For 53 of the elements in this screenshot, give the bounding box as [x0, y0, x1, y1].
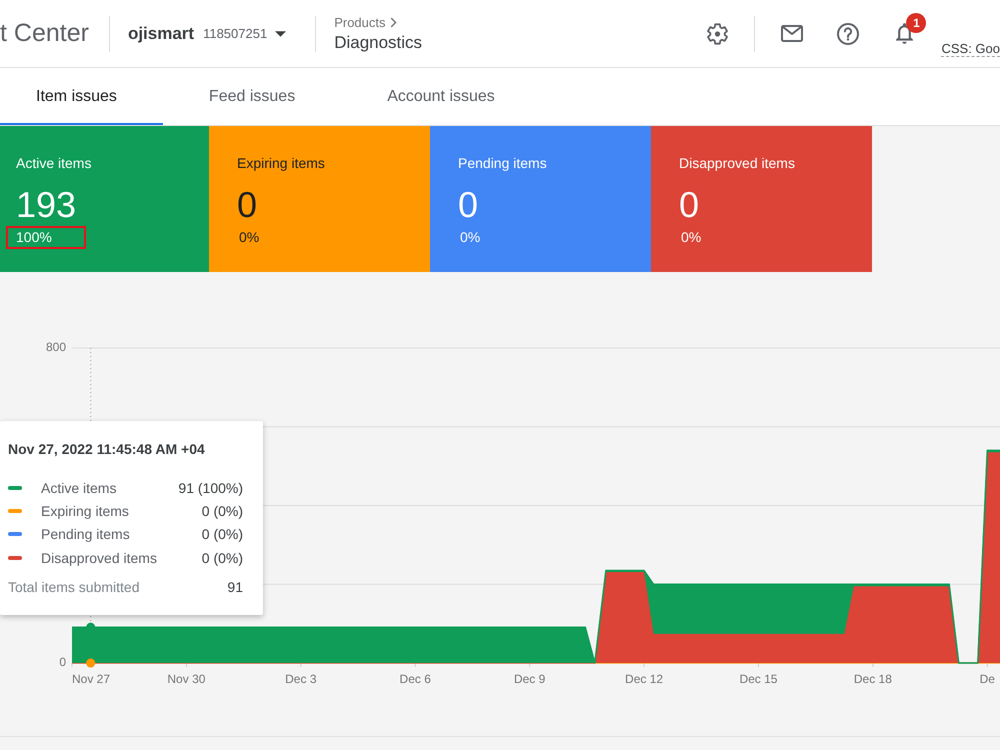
help-icon[interactable] [837, 22, 860, 44]
axis-label: Dec 3 [285, 672, 316, 686]
status-card[interactable]: Active items 193 100% [0, 126, 209, 272]
series-value: 0 (0%) [202, 550, 243, 566]
axis-label: De [980, 672, 995, 686]
axis-label: Dec 6 [400, 672, 431, 686]
card-count: 0 [458, 185, 478, 225]
status-card[interactable]: Disapproved items 0 0% [651, 126, 872, 272]
caret-icon[interactable] [275, 30, 286, 36]
axis-label: 0 [59, 655, 66, 670]
page-title: Diagnostics [334, 32, 422, 52]
series-value: 0 (0%) [202, 502, 243, 519]
axis-label: Nov 30 [167, 672, 206, 686]
card-percent: 0% [239, 229, 260, 245]
hover-marker [86, 622, 96, 668]
axis-label: Dec 15 [739, 672, 778, 686]
card-label: Active items [16, 154, 92, 172]
series-label: Pending items [41, 526, 131, 542]
card-percent: 0% [681, 229, 702, 245]
account-id: 118507251 [203, 26, 268, 41]
card-count: 0 [237, 185, 258, 225]
total-label: Total items submitted [8, 579, 140, 596]
settings-icon[interactable] [706, 22, 728, 44]
tooltip-title: Nov 27, 2022 11:45:48 AM +04 [8, 440, 206, 458]
breadcrumb-link[interactable]: Products [334, 14, 386, 30]
status-card[interactable]: Expiring items 0 0% [209, 126, 430, 272]
tab[interactable]: Account issues [341, 68, 541, 125]
account-name[interactable]: ojismart [128, 24, 194, 44]
axis-label: 800 [46, 340, 66, 354]
status-card[interactable]: Pending items 0 0% [430, 126, 651, 272]
notification-badge: 1 [906, 12, 926, 32]
series-value: 91 (100%) [178, 480, 243, 496]
series-label: Disapproved items [41, 550, 158, 566]
axis-label: Nov 27 [72, 672, 110, 686]
css-selector-link[interactable]: CSS: Goo [941, 41, 1000, 57]
brand-title: t Center [0, 19, 89, 48]
tab[interactable]: Feed issues [162, 68, 342, 125]
card-label: Disapproved items [679, 154, 795, 172]
total-value: 91 [227, 579, 243, 596]
card-count: 0 [679, 185, 700, 225]
axis-label: Dec 18 [854, 672, 892, 686]
series-label: Expiring items [41, 502, 130, 519]
axis-label: Dec 9 [514, 672, 546, 686]
axis-label: Dec 12 [625, 672, 664, 686]
card-percent: 100% [16, 229, 52, 245]
series-value: 0 (0%) [202, 526, 243, 542]
chevron-right-icon [390, 16, 396, 28]
card-percent: 0% [460, 229, 480, 245]
card-label: Expiring items [237, 154, 325, 172]
card-label: Pending items [458, 154, 547, 172]
mail-icon[interactable] [781, 25, 804, 42]
card-count: 193 [16, 185, 76, 225]
series-label: Active items [41, 480, 118, 496]
